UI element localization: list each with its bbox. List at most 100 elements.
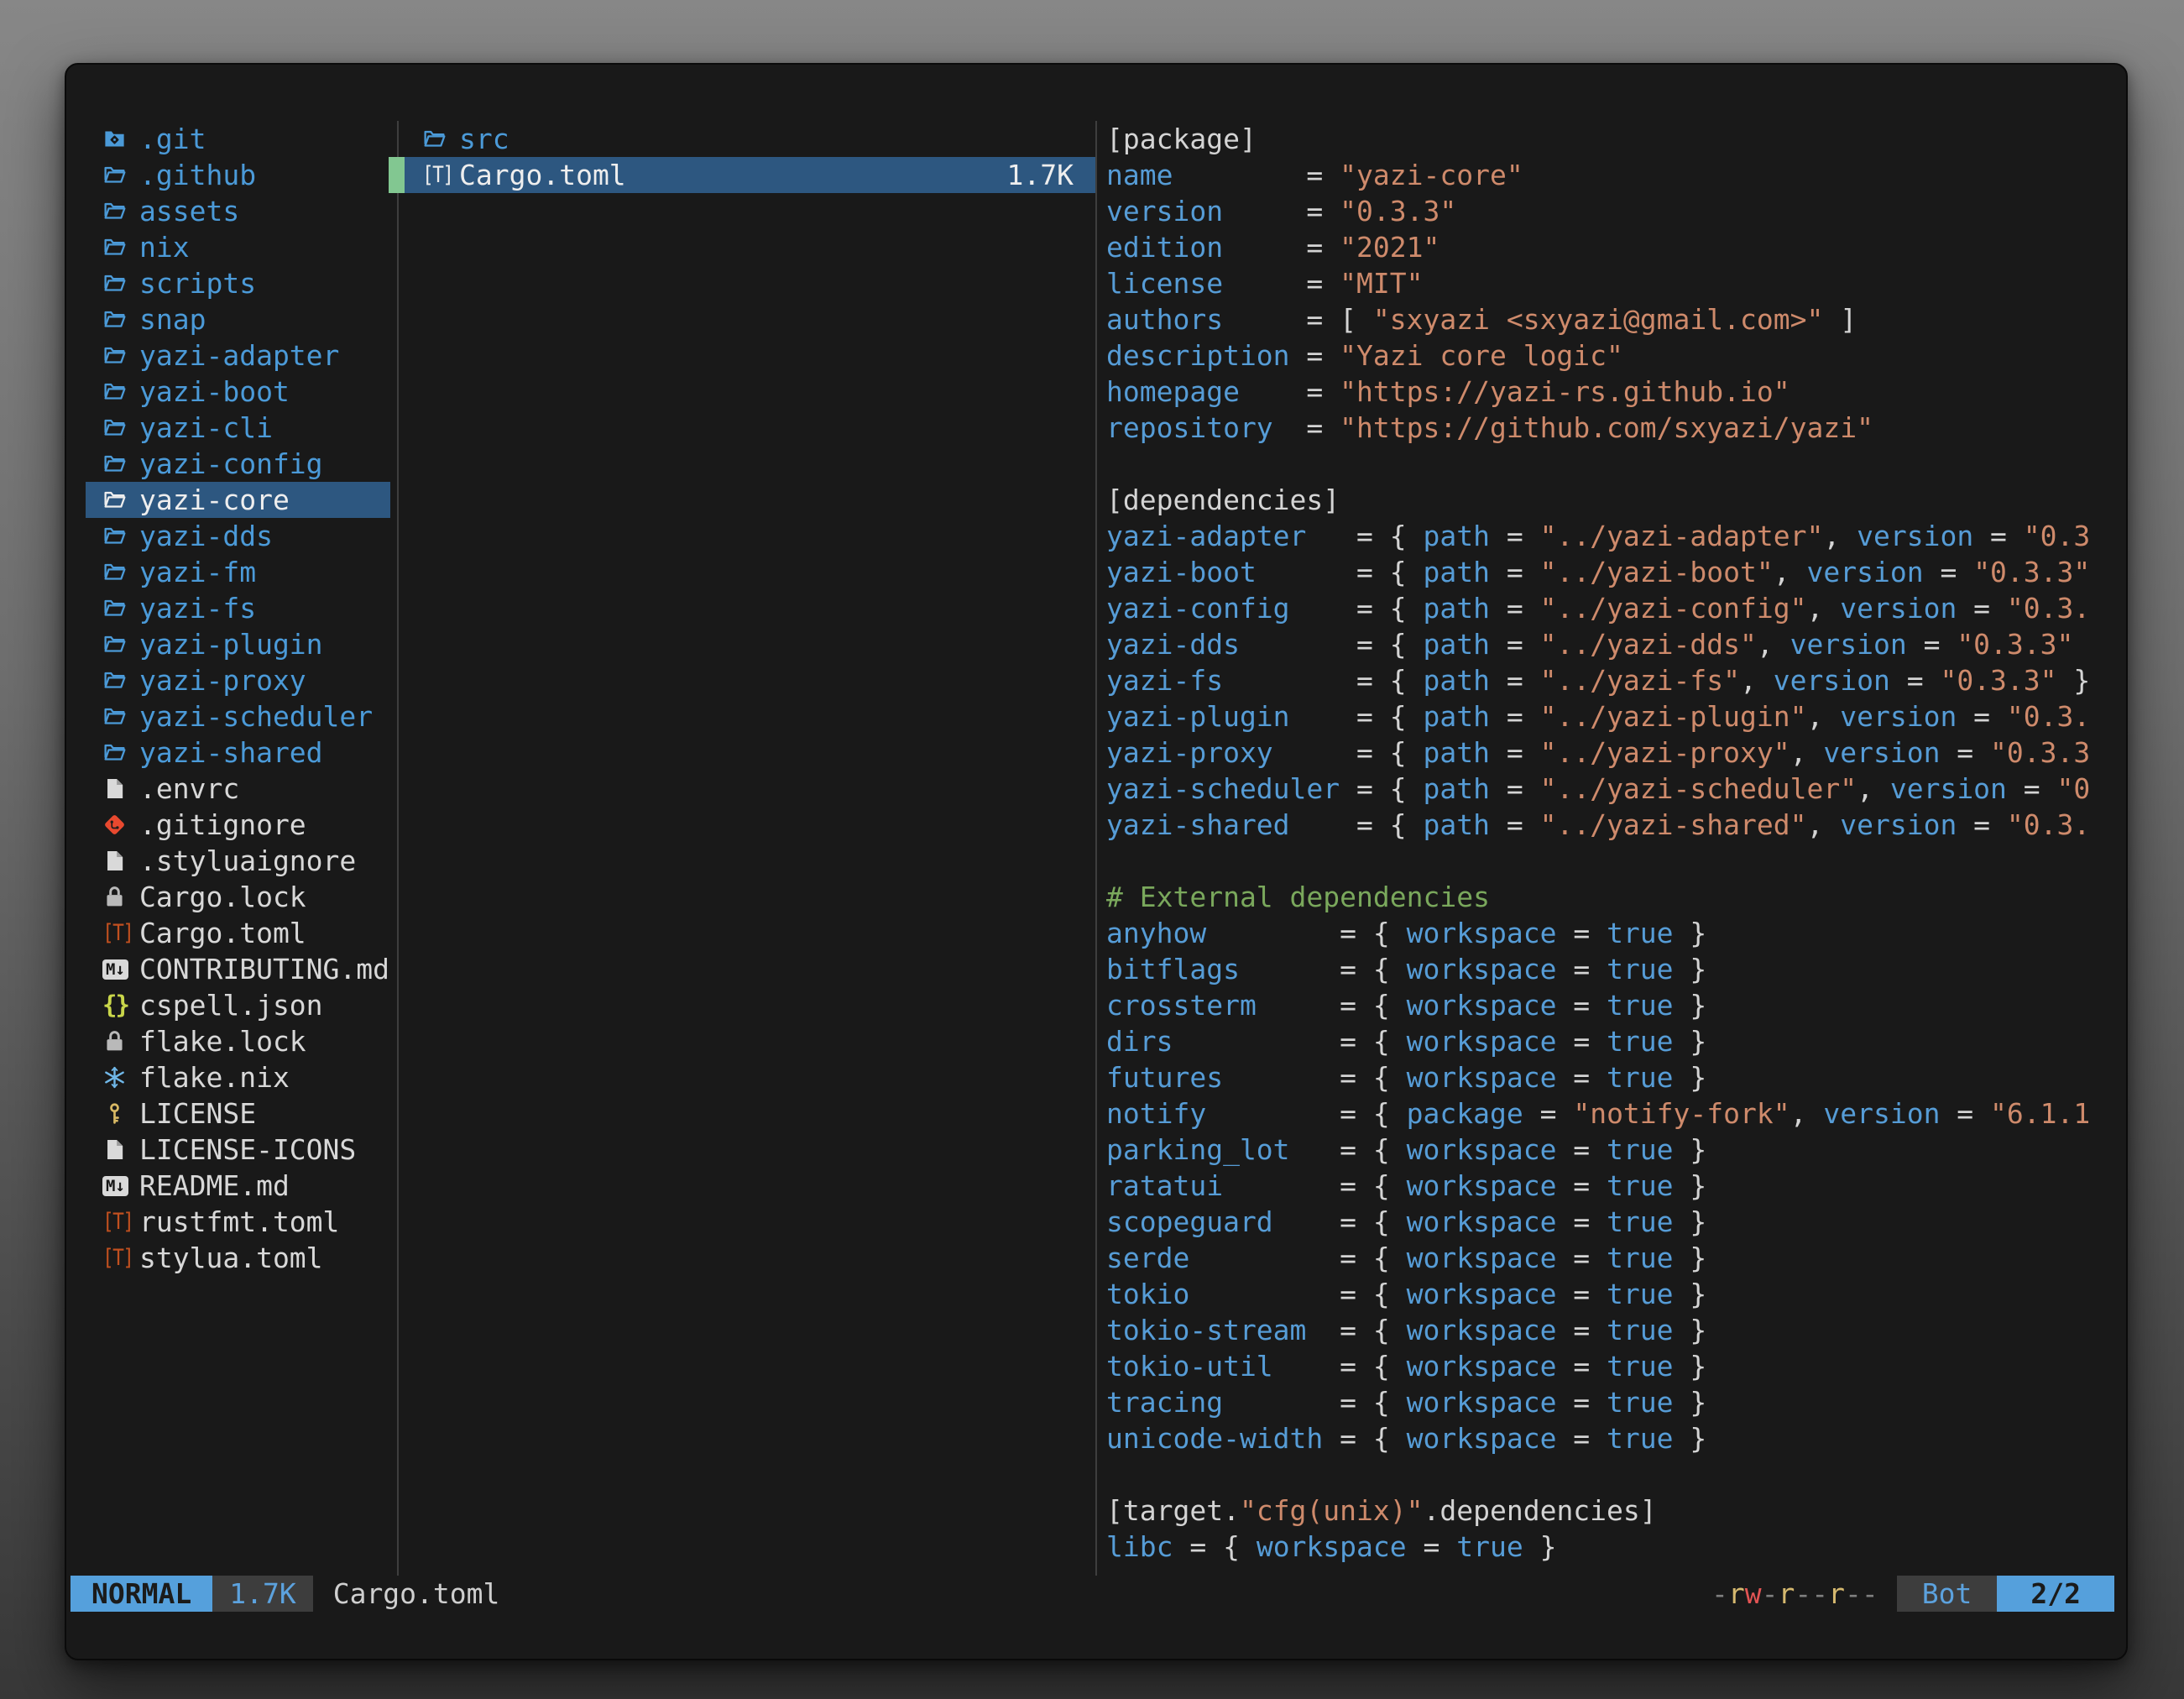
folder-icon — [102, 590, 133, 626]
file-row[interactable]: yazi-scheduler — [86, 698, 390, 734]
preview-line — [1106, 1456, 2128, 1493]
preview-line: description = "Yazi core logic" — [1106, 337, 2128, 374]
preview-line: homepage = "https://yazi-rs.github.io" — [1106, 374, 2128, 410]
file-row[interactable]: flake.nix — [86, 1059, 390, 1095]
file-row[interactable]: .gitignore — [86, 807, 390, 843]
selection-marker — [389, 157, 405, 193]
file-row[interactable]: [T]Cargo.toml1.7K — [405, 157, 1095, 193]
preview-line: tokio-stream = { workspace = true } — [1106, 1312, 2128, 1348]
folder-icon — [102, 626, 133, 662]
folder-icon — [102, 193, 133, 229]
file-row[interactable]: flake.lock — [86, 1023, 390, 1059]
preview-line: yazi-boot = { path = "../yazi-boot", ver… — [1106, 554, 2128, 590]
file-name: cspell.json — [139, 987, 323, 1023]
preview-line: notify = { package = "notify-fork", vers… — [1106, 1095, 2128, 1132]
preview-line: yazi-scheduler = { path = "../yazi-sched… — [1106, 771, 2128, 807]
file-name: Cargo.toml — [139, 915, 306, 951]
yazi-terminal-window: .git.githubassetsnixscriptssnapyazi-adap… — [65, 63, 2128, 1660]
file-row[interactable]: yazi-adapter — [86, 337, 390, 374]
file-name: .gitignore — [139, 807, 306, 843]
folder-icon — [102, 301, 133, 337]
markdown-icon: M↓ — [102, 951, 133, 987]
file-row[interactable]: yazi-dds — [86, 518, 390, 554]
file-row[interactable]: scripts — [86, 265, 390, 301]
folder-icon — [422, 121, 452, 157]
file-name: yazi-core — [139, 482, 290, 518]
file-name: .styluaignore — [139, 843, 356, 879]
file-row[interactable]: yazi-config — [86, 446, 390, 482]
file-row[interactable]: Cargo.lock — [86, 879, 390, 915]
file-row[interactable]: yazi-cli — [86, 410, 390, 446]
file-row[interactable]: src — [405, 121, 1095, 157]
file-icon — [102, 843, 133, 879]
file-name: stylua.toml — [139, 1240, 323, 1276]
file-row[interactable]: yazi-plugin — [86, 626, 390, 662]
preview-line — [1106, 446, 2128, 482]
file-row[interactable]: yazi-shared — [86, 734, 390, 771]
preview-line: [target."cfg(unix)".dependencies] — [1106, 1493, 2128, 1529]
file-row[interactable]: yazi-fm — [86, 554, 390, 590]
file-row[interactable]: nix — [86, 229, 390, 265]
scroll-position-badge: Bot — [1897, 1576, 1998, 1612]
file-name: .git — [139, 121, 206, 157]
file-row[interactable]: [T]rustfmt.toml — [86, 1204, 390, 1240]
file-row[interactable]: .styluaignore — [86, 843, 390, 879]
file-row[interactable]: .git — [86, 121, 390, 157]
scroll-position-label: Bot — [1922, 1576, 1972, 1612]
file-name: yazi-cli — [139, 410, 273, 446]
preview-line: bitflags = { workspace = true } — [1106, 951, 2128, 987]
git-folder-icon — [102, 121, 133, 157]
file-name: README.md — [139, 1168, 290, 1204]
preview-line: edition = "2021" — [1106, 229, 2128, 265]
file-row[interactable]: [T]stylua.toml — [86, 1240, 390, 1276]
preview-line: yazi-fs = { path = "../yazi-fs", version… — [1106, 662, 2128, 698]
file-name: rustfmt.toml — [139, 1204, 339, 1240]
preview-line: futures = { workspace = true } — [1106, 1059, 2128, 1095]
preview-line: libc = { workspace = true } — [1106, 1529, 2128, 1565]
file-row[interactable]: assets — [86, 193, 390, 229]
folder-icon — [102, 157, 133, 193]
folder-icon — [102, 337, 133, 374]
file-name: .envrc — [139, 771, 239, 807]
preview-line: scopeguard = { workspace = true } — [1106, 1204, 2128, 1240]
file-name: LICENSE-ICONS — [139, 1132, 356, 1168]
file-name: LICENSE — [139, 1095, 256, 1132]
lock-icon — [102, 1023, 133, 1059]
file-row[interactable]: snap — [86, 301, 390, 337]
file-name: yazi-shared — [139, 734, 323, 771]
preview-line: parking_lot = { workspace = true } — [1106, 1132, 2128, 1168]
file-name: yazi-boot — [139, 374, 290, 410]
preview-line: anyhow = { workspace = true } — [1106, 915, 2128, 951]
file-row[interactable]: [T]Cargo.toml — [86, 915, 390, 951]
preview-line: tokio = { workspace = true } — [1106, 1276, 2128, 1312]
file-name: yazi-scheduler — [139, 698, 373, 734]
preview-line: version = "0.3.3" — [1106, 193, 2128, 229]
git-icon — [102, 807, 133, 843]
file-icon — [102, 771, 133, 807]
markdown-icon: M↓ — [102, 1168, 133, 1204]
file-name: src — [459, 121, 509, 157]
json-icon: {} — [102, 987, 133, 1023]
file-name: yazi-adapter — [139, 337, 339, 374]
file-row[interactable]: yazi-boot — [86, 374, 390, 410]
file-row[interactable]: M↓README.md — [86, 1168, 390, 1204]
file-row[interactable]: yazi-proxy — [86, 662, 390, 698]
folder-icon — [102, 446, 133, 482]
file-row[interactable]: .github — [86, 157, 390, 193]
file-row[interactable]: LICENSE — [86, 1095, 390, 1132]
file-name: .github — [139, 157, 256, 193]
file-row[interactable]: yazi-core — [86, 482, 390, 518]
preview-line: authors = [ "sxyazi <sxyazi@gmail.com>" … — [1106, 301, 2128, 337]
preview-line: yazi-shared = { path = "../yazi-shared",… — [1106, 807, 2128, 843]
file-row[interactable]: LICENSE-ICONS — [86, 1132, 390, 1168]
folder-icon — [102, 265, 133, 301]
preview-line: dirs = { workspace = true } — [1106, 1023, 2128, 1059]
file-row[interactable]: {}cspell.json — [86, 987, 390, 1023]
folder-icon — [102, 662, 133, 698]
file-name: yazi-fs — [139, 590, 256, 626]
lock-icon — [102, 879, 133, 915]
file-row[interactable]: M↓CONTRIBUTING.md — [86, 951, 390, 987]
file-row[interactable]: .envrc — [86, 771, 390, 807]
folder-icon — [102, 698, 133, 734]
file-row[interactable]: yazi-fs — [86, 590, 390, 626]
